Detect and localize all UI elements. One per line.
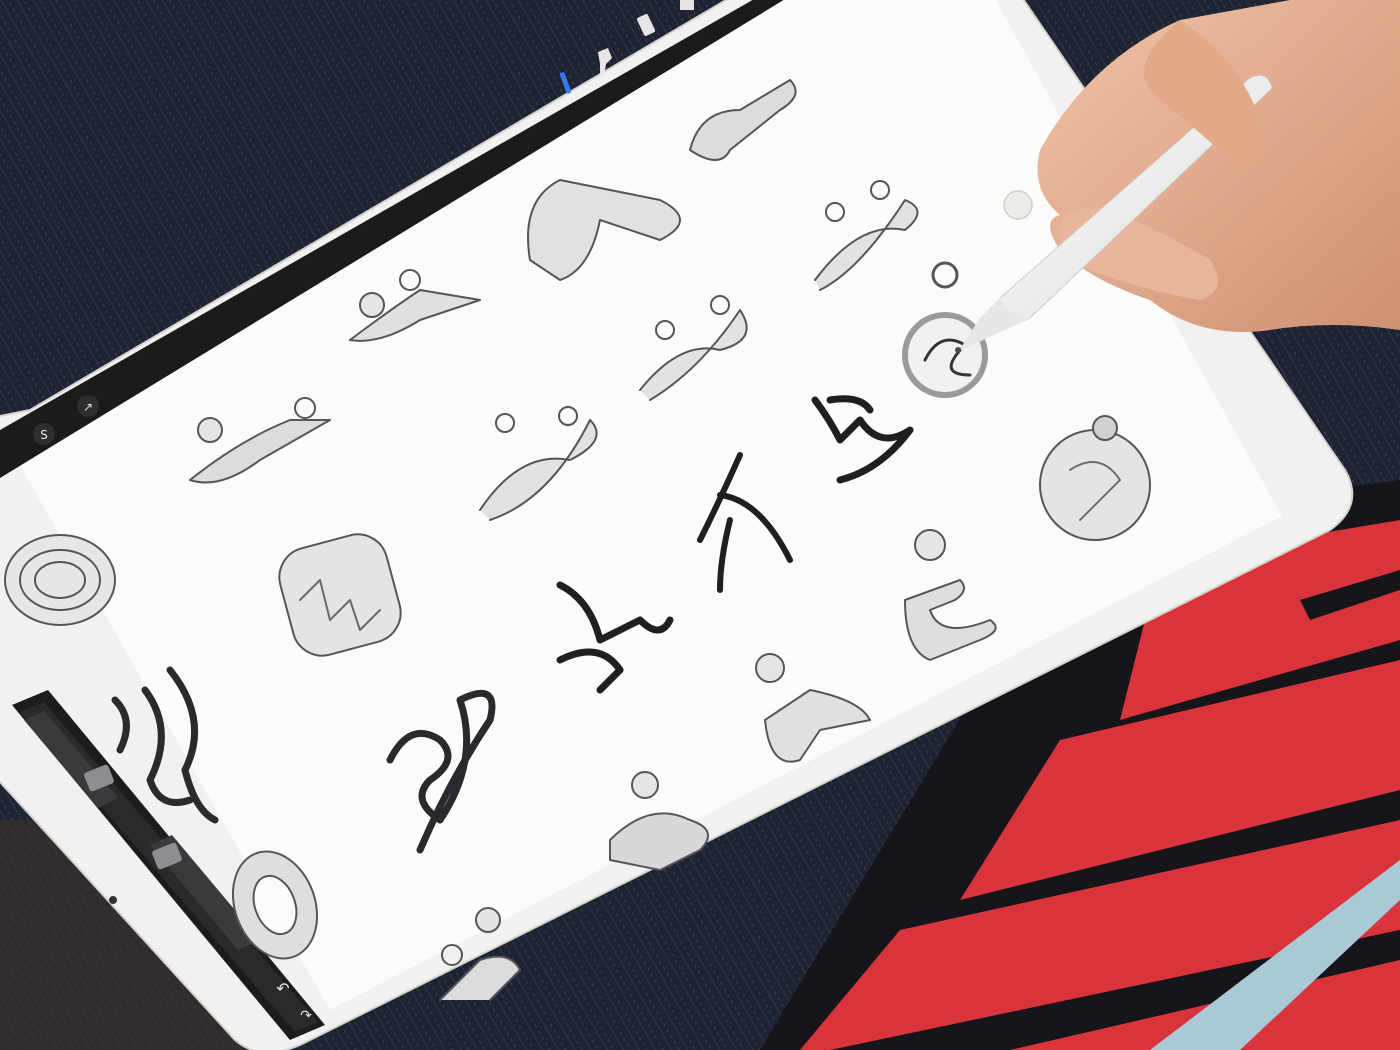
layers-icon[interactable] [680, 0, 694, 10]
transform-arrow-icon: ↗ [83, 400, 93, 414]
transform-button[interactable]: ↗ [77, 395, 99, 417]
photo-scene: S ↗ ↶ ↷ [0, 0, 1400, 1050]
undo-icon: ↶ [276, 979, 289, 998]
sketch-rings [4, 534, 116, 626]
redo-button[interactable]: ↷ [300, 1008, 312, 1024]
apple-pencil-nib [955, 347, 961, 353]
redo-icon: ↷ [300, 1008, 312, 1024]
selection-icon: S [40, 428, 48, 442]
undo-button[interactable]: ↶ [276, 979, 289, 998]
home-button[interactable] [1003, 190, 1033, 220]
selection-button[interactable]: S [33, 423, 55, 445]
front-camera [109, 896, 117, 904]
